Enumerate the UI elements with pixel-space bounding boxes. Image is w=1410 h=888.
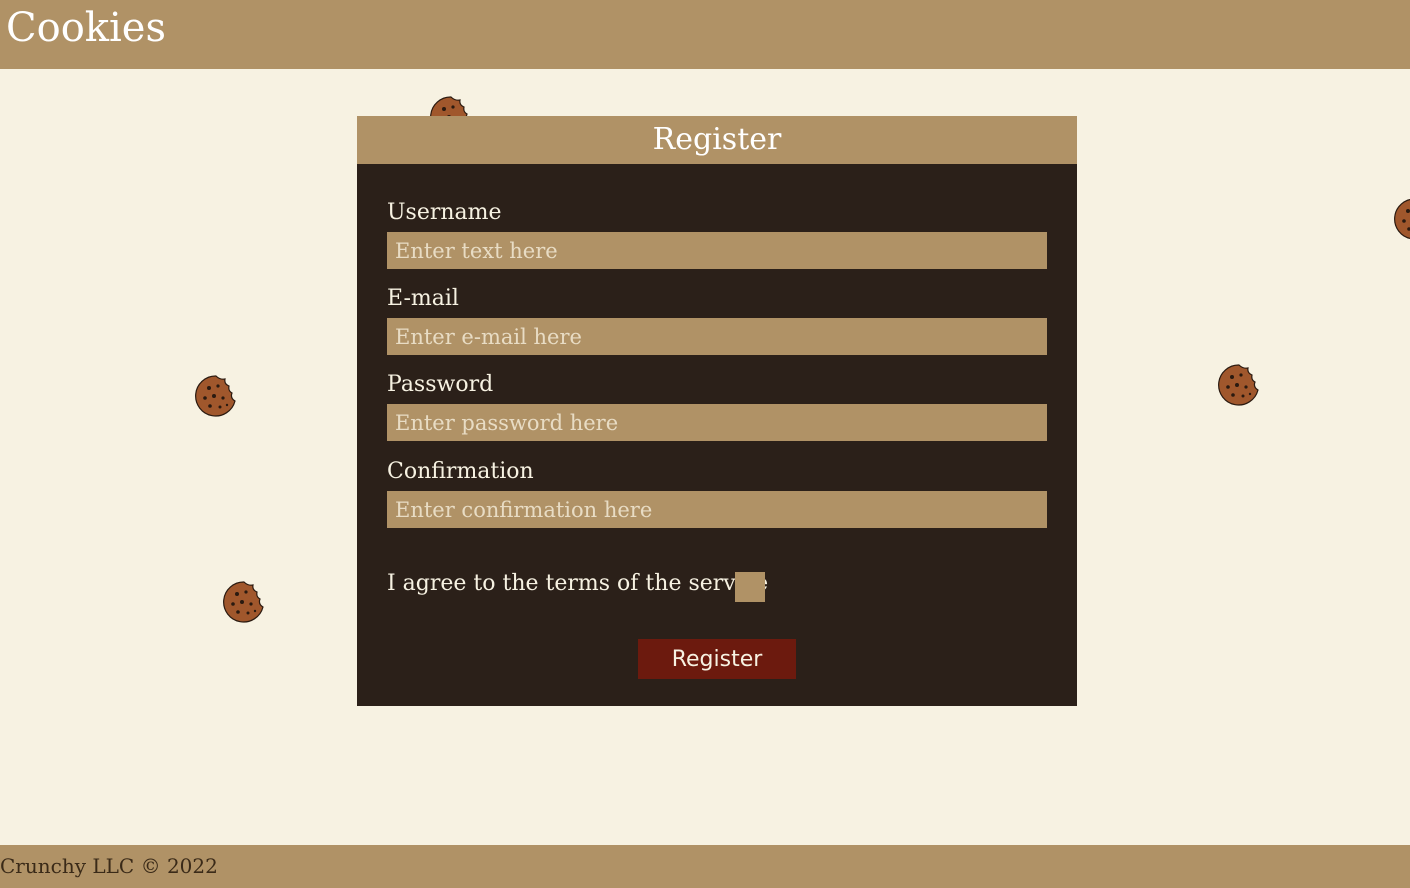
- cookie-icon: [194, 374, 238, 418]
- confirmation-label: Confirmation: [387, 459, 534, 484]
- register-title: Register: [652, 122, 782, 157]
- copyright-text: Crunchy LLC © 2022: [0, 854, 218, 878]
- username-label: Username: [387, 200, 502, 225]
- email-input[interactable]: [387, 318, 1047, 355]
- cookie-icon: [222, 580, 266, 624]
- register-card-header: Register: [357, 116, 1077, 164]
- site-footer: Crunchy LLC © 2022: [0, 845, 1410, 888]
- email-label: E-mail: [387, 286, 459, 311]
- confirmation-input[interactable]: [387, 491, 1047, 528]
- cookie-icon: [1393, 197, 1410, 241]
- password-label: Password: [387, 372, 494, 397]
- cookie-icon: [1217, 363, 1261, 407]
- register-card: Register Username E-mail Password Confir…: [357, 116, 1077, 706]
- site-title: Cookies: [6, 5, 166, 51]
- site-header: Cookies: [0, 0, 1410, 69]
- register-button[interactable]: Register: [638, 639, 796, 679]
- terms-label: I agree to the terms of the service: [387, 571, 769, 596]
- username-input[interactable]: [387, 232, 1047, 269]
- terms-checkbox[interactable]: [735, 572, 765, 602]
- password-input[interactable]: [387, 404, 1047, 441]
